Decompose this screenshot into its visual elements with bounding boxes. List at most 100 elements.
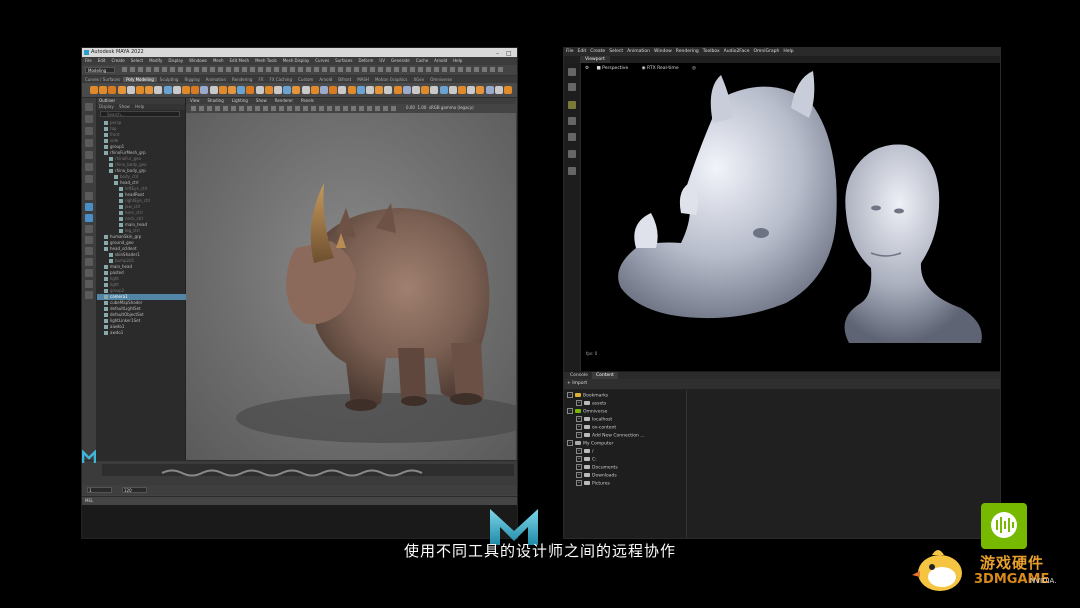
status-tool-icon[interactable] <box>314 67 319 72</box>
maya-menu-item[interactable]: Mesh Display <box>283 58 310 63</box>
viewport-tool-icon[interactable] <box>383 106 388 111</box>
omniverse-menu-item[interactable]: Animation <box>627 49 650 54</box>
shelf-tool-icon[interactable] <box>200 86 209 94</box>
status-tool-icon[interactable] <box>490 67 495 72</box>
maya-menu-item[interactable]: Help <box>453 58 462 63</box>
shelf-tool-icon[interactable] <box>310 86 319 94</box>
content-tree-item[interactable]: + Documents <box>576 464 618 471</box>
color-space-select[interactable]: sRGB gamma (legacy) <box>429 105 474 110</box>
shelf-tool-icon[interactable] <box>375 86 384 94</box>
viewport-menu-item[interactable]: Lighting <box>232 98 248 103</box>
gamma-field[interactable]: 1.00 <box>417 105 426 110</box>
toolbox-tool-icon[interactable] <box>85 151 93 159</box>
maya-menu-item[interactable]: UV <box>379 58 385 63</box>
shelf-tool-icon[interactable] <box>191 86 200 94</box>
shelf-tool-icon[interactable] <box>320 86 328 94</box>
menu-set-select[interactable]: Modeling <box>85 67 115 73</box>
status-tool-icon[interactable] <box>154 67 159 72</box>
viewport-menu-item[interactable]: Renderer <box>275 98 293 103</box>
shelf-tool-icon[interactable] <box>402 86 411 94</box>
content-tree-item[interactable]: − Bookmarks <box>567 392 608 399</box>
status-tool-icon[interactable] <box>474 67 479 72</box>
omniverse-menu-item[interactable]: Audio2Face <box>724 49 750 54</box>
range-start-field[interactable]: 1 <box>87 487 112 493</box>
shelf-tab[interactable]: Rigging <box>181 77 202 82</box>
content-tree-item[interactable]: + Pictures <box>576 480 610 487</box>
viewport-tool-icon[interactable] <box>351 106 356 111</box>
viewport-tool-icon[interactable] <box>303 106 308 111</box>
shelf-tab[interactable]: Animation <box>203 77 229 82</box>
viewport-menu-item[interactable]: Shading <box>208 98 224 103</box>
status-tool-icon[interactable] <box>458 67 463 72</box>
content-tree-item[interactable]: + C: <box>576 456 597 463</box>
shelf-tab[interactable]: Bifrost <box>335 77 354 82</box>
tab-console[interactable]: Console <box>566 372 592 379</box>
expand-toggle-icon[interactable]: + <box>576 472 582 478</box>
status-tool-icon[interactable] <box>290 67 295 72</box>
status-tool-icon[interactable] <box>122 67 127 72</box>
shelf-tool-icon[interactable] <box>145 86 154 94</box>
shelf-tool-icon[interactable] <box>356 86 365 94</box>
viewport-tool-icon[interactable] <box>231 106 236 111</box>
status-tool-icon[interactable] <box>410 67 415 72</box>
status-tool-icon[interactable] <box>418 67 423 72</box>
viewport-tool-icon[interactable] <box>207 106 212 111</box>
maya-menu-item[interactable]: Create <box>111 58 124 63</box>
shelf-tool-icon[interactable] <box>467 86 476 94</box>
shelf-tool-icon[interactable] <box>292 86 301 94</box>
status-tool-icon[interactable] <box>306 67 311 72</box>
content-tree-item[interactable]: + assets <box>576 400 606 407</box>
maya-3d-viewport[interactable] <box>186 113 516 460</box>
content-tree-item[interactable]: + Add New Connection ... <box>576 432 645 439</box>
status-tool-icon[interactable] <box>362 67 367 72</box>
viewport-tool-icon[interactable] <box>263 106 268 111</box>
maya-menu-item[interactable]: Surfaces <box>335 58 352 63</box>
viewport-tool-icon[interactable] <box>359 106 364 111</box>
omniverse-menu-item[interactable]: Create <box>590 49 605 54</box>
viewport-tool-icon[interactable] <box>568 150 576 158</box>
tab-viewport[interactable]: Viewport <box>580 56 610 63</box>
toolbox-tool-icon[interactable] <box>85 269 93 277</box>
viewport-tool-icon[interactable] <box>335 106 340 111</box>
shelf-tool-icon[interactable] <box>154 86 163 94</box>
shelf-tool-icon[interactable] <box>421 86 430 94</box>
viewport-tool-icon[interactable] <box>223 106 228 111</box>
tab-content[interactable]: Content <box>592 372 618 379</box>
shelf-tool-icon[interactable] <box>301 86 310 94</box>
omniverse-menu-item[interactable]: Toolbox <box>703 49 720 54</box>
shelf-tool-icon[interactable] <box>255 86 264 94</box>
maya-menu-item[interactable]: Mesh <box>213 58 224 63</box>
timeline-track[interactable] <box>102 464 514 477</box>
shelf-tool-icon[interactable] <box>384 86 393 94</box>
viewport-tool-icon[interactable] <box>568 133 576 141</box>
viewport-tool-icon[interactable] <box>215 106 220 111</box>
toolbox-tool-icon[interactable] <box>85 175 93 183</box>
status-tool-icon[interactable] <box>170 67 175 72</box>
shelf-tool-icon[interactable] <box>439 86 448 94</box>
shelf-tool-icon[interactable] <box>172 86 181 94</box>
expand-toggle-icon[interactable]: − <box>567 408 573 414</box>
viewport-tool-icon[interactable] <box>391 106 396 111</box>
outliner-item[interactable]: awdo1 <box>104 330 123 336</box>
maya-menu-item[interactable]: Arnold <box>434 58 447 63</box>
status-tool-icon[interactable] <box>202 67 207 72</box>
status-tool-icon[interactable] <box>218 67 223 72</box>
status-tool-icon[interactable] <box>298 67 303 72</box>
status-tool-icon[interactable] <box>250 67 255 72</box>
toolbox-tool-icon[interactable] <box>85 192 93 200</box>
viewport-menu-item[interactable]: View <box>190 98 200 103</box>
viewport-tool-icon[interactable] <box>343 106 348 111</box>
status-tool-icon[interactable] <box>274 67 279 72</box>
content-tree-item[interactable]: + Downloads <box>576 472 617 479</box>
viewport-tool-icon[interactable] <box>568 101 576 109</box>
toolbox-tool-icon[interactable] <box>85 139 93 147</box>
viewport-menu-item[interactable]: Panels <box>301 98 314 103</box>
toolbox-tool-icon[interactable] <box>85 115 93 123</box>
shelf-tool-icon[interactable] <box>136 86 144 94</box>
status-tool-icon[interactable] <box>450 67 455 72</box>
outliner-menu-display[interactable]: Display <box>99 104 114 109</box>
maya-menu-item[interactable]: Display <box>168 58 183 63</box>
omniverse-menu-item[interactable]: OmniGraph <box>754 49 780 54</box>
exposure-field[interactable]: 0.00 <box>406 105 415 110</box>
maya-menu-item[interactable]: Mesh Tools <box>255 58 277 63</box>
